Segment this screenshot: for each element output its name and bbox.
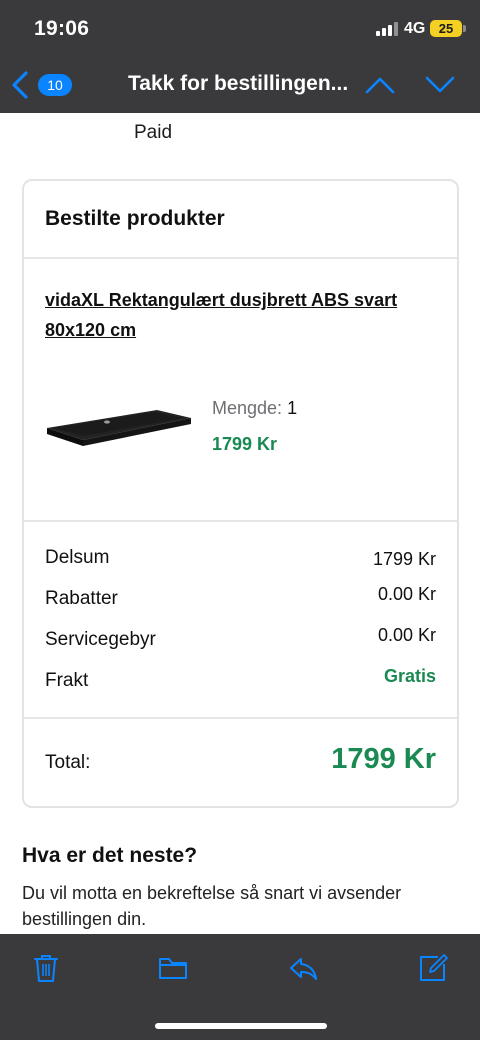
order-card: Bestilte produkter vidaXL Rektangulært d… [22,179,459,808]
compose-icon[interactable] [418,953,448,983]
quantity: Mengde: 1 [212,398,297,419]
divider [24,717,457,719]
service-fee-value: 0.00 Kr [377,625,436,645]
cellular-signal-icon [376,22,398,36]
email-body[interactable]: Paid Bestilte produkter vidaXL Rektangul… [0,113,480,934]
quantity-value: 1 [287,398,298,418]
subtotal-value: 1799 Kr [372,549,436,569]
divider [24,257,457,259]
network-type: 4G [404,20,426,37]
product-link[interactable]: vidaXL Rektangulært dusjbrett ABS svart … [45,285,425,345]
product-image[interactable] [45,396,193,456]
shipping-value: Gratis [383,666,436,686]
home-indicator[interactable] [155,1023,327,1029]
chevron-left-icon[interactable] [8,70,32,100]
subtotal-label: Delsum [45,547,110,568]
total-label: Total: [45,752,91,773]
card-title: Bestilte produkter [45,207,225,230]
product-price: 1799 Kr [212,434,278,454]
next-steps-text: Du vil motta en bekreftelse så snart vi … [22,883,402,929]
battery-tip [463,25,466,32]
bottom-toolbar [0,934,480,1040]
trash-icon[interactable] [31,953,61,983]
next-steps-heading: Hva er det neste? [22,844,198,867]
total-value: 1799 Kr [331,743,436,775]
status-bar: 19:06 4G 25 [0,0,480,58]
chevron-up-icon[interactable] [364,72,396,98]
divider [24,520,457,522]
unread-count-badge[interactable]: 10 [38,74,72,96]
battery-icon: 25 [430,20,462,37]
chevron-down-icon[interactable] [424,72,456,98]
folder-icon[interactable] [158,953,188,983]
nav-bar: 10 Takk for bestillingen... [0,58,480,113]
status-time: 19:06 [34,17,90,40]
mail-screen: 19:06 4G 25 10 Takk for bestillingen... … [0,0,480,1040]
page-title: Takk for bestillingen... [128,72,349,95]
quantity-label: Mengde: [212,398,283,418]
discounts-label: Rabatter [45,588,118,609]
shipping-label: Frakt [45,670,89,691]
reply-icon[interactable] [288,953,318,983]
service-fee-label: Servicegebyr [45,629,156,650]
payment-status: Paid [134,122,173,143]
discounts-value: 0.00 Kr [377,584,436,604]
